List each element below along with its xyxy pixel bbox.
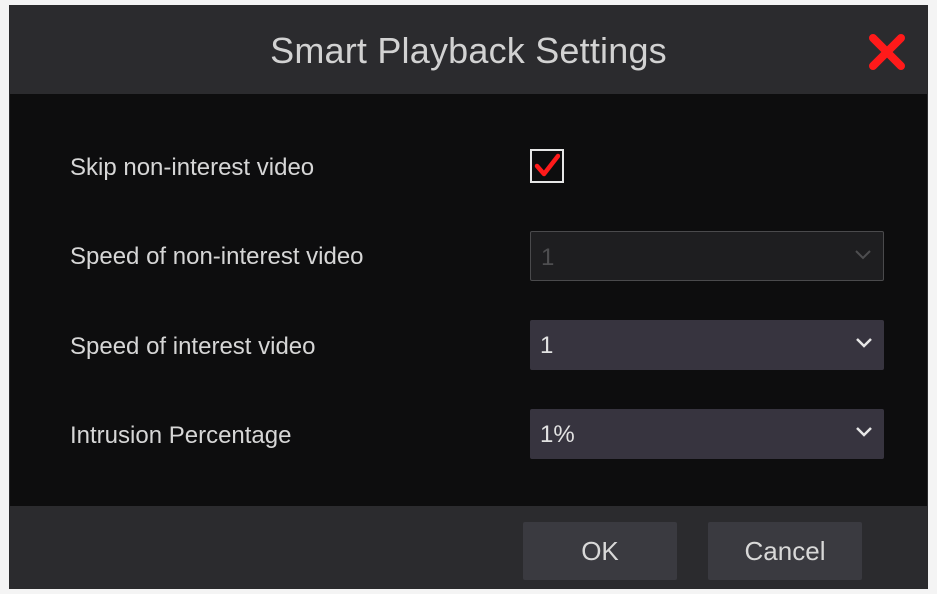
dialog-title: Smart Playback Settings [270,30,667,71]
intrusion-percentage-label: Intrusion Percentage [70,422,292,449]
close-icon[interactable] [868,33,906,71]
chevron-down-icon [856,427,872,437]
speed-non-interest-label: Speed of non-interest video [70,243,364,270]
skip-non-interest-checkbox[interactable] [530,149,564,183]
speed-non-interest-select: 1 [530,231,884,281]
cancel-button[interactable]: Cancel [708,522,862,580]
dialog-footer: OK Cancel [10,506,927,588]
speed-interest-label: Speed of interest video [70,333,316,360]
speed-interest-value: 1 [540,332,554,359]
chevron-down-icon [855,250,871,260]
ok-button[interactable]: OK [523,522,677,580]
dialog-titlebar: Smart Playback Settings [10,6,927,94]
checkmark-icon [534,153,560,177]
speed-interest-select[interactable]: 1 [530,320,884,370]
intrusion-percentage-select[interactable]: 1% [530,409,884,459]
skip-non-interest-label: Skip non-interest video [70,154,315,181]
speed-non-interest-value: 1 [541,244,555,271]
chevron-down-icon [856,338,872,348]
smart-playback-settings-dialog: Smart Playback Settings Skip non-interes… [10,6,927,588]
intrusion-percentage-value: 1% [540,421,575,448]
